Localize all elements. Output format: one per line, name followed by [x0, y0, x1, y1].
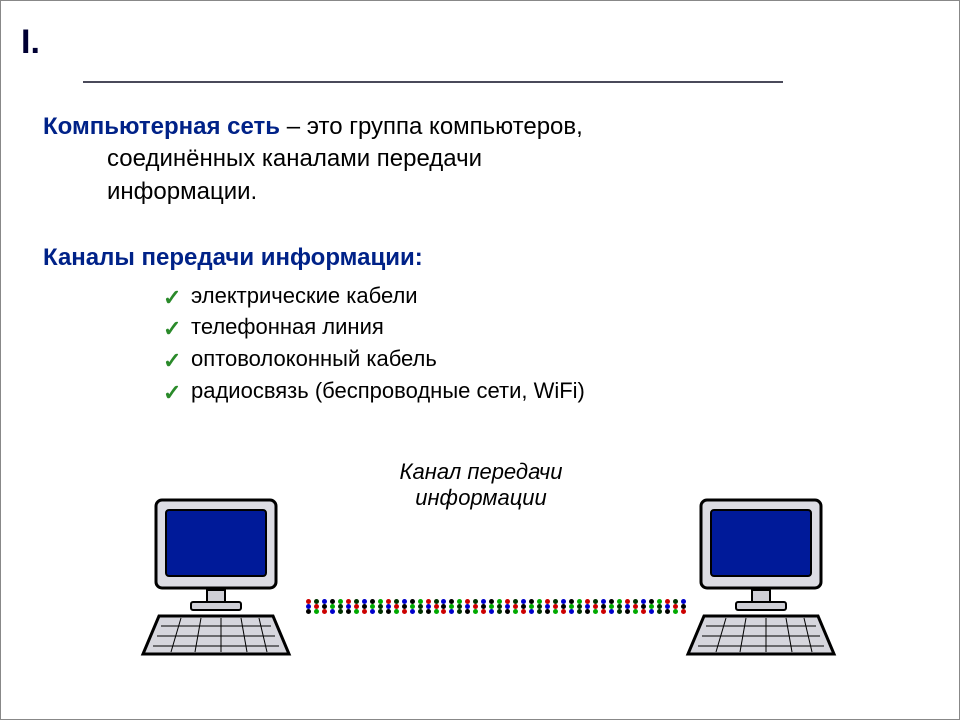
- check-icon: ✓: [163, 314, 181, 344]
- check-icon: ✓: [163, 283, 181, 313]
- list-item-label: электрические кабели: [191, 283, 418, 308]
- diagram: Канал передачи информации: [1, 459, 960, 679]
- definition-rest: – это группа компьютеров,: [280, 113, 583, 140]
- section-number: I.: [21, 23, 40, 62]
- channels-list: ✓ электрические кабели ✓ телефонная лини…: [43, 281, 899, 406]
- slide: I. Компьютерная сеть – это группа компью…: [0, 0, 960, 720]
- diagram-caption: Канал передачи информации: [301, 459, 661, 512]
- list-item: ✓ телефонная линия: [163, 312, 899, 342]
- definition-cont-2: информации.: [43, 176, 899, 208]
- list-item: ✓ электрические кабели: [163, 281, 899, 311]
- definition-term: Компьютерная сеть: [43, 113, 280, 140]
- blank-title-underline: [83, 81, 783, 83]
- definition-cont-1: соединённых каналами передачи: [43, 143, 899, 175]
- computer-icon: [676, 496, 846, 661]
- check-icon: ✓: [163, 346, 181, 376]
- body-text: Компьютерная сеть – это группа компьютер…: [43, 111, 899, 407]
- list-item-label: радиосвязь (беспроводные сети, WiFi): [191, 378, 585, 403]
- channel-dotted-line: [306, 599, 686, 617]
- list-item-label: оптоволоконный кабель: [191, 346, 437, 371]
- list-item: ✓ оптоволоконный кабель: [163, 344, 899, 374]
- check-icon: ✓: [163, 378, 181, 408]
- caption-line1: Канал передачи: [400, 459, 563, 484]
- caption-line2: информации: [415, 485, 547, 510]
- channels-heading: Каналы передачи информации:: [43, 242, 899, 274]
- list-item: ✓ радиосвязь (беспроводные сети, WiFi): [163, 376, 899, 406]
- computer-icon: [131, 496, 301, 661]
- definition-paragraph: Компьютерная сеть – это группа компьютер…: [43, 111, 899, 208]
- list-item-label: телефонная линия: [191, 314, 384, 339]
